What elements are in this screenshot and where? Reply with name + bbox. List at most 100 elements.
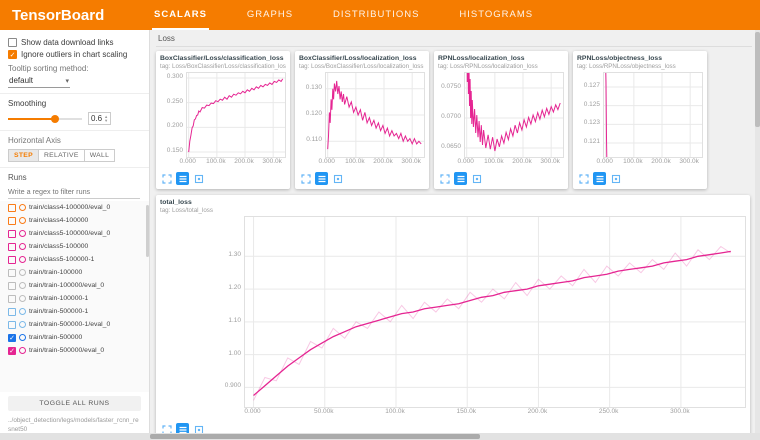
tensorboard-app: TensorBoard SCALARS GRAPHS DISTRIBUTIONS… bbox=[0, 0, 760, 440]
run-label: train/train-500000/eval_0 bbox=[29, 347, 104, 354]
run-list: train/class4-100000/eval_0 train/class4-… bbox=[0, 201, 149, 392]
axis-toggle-group: STEP RELATIVE WALL bbox=[8, 149, 141, 162]
axis-option-wall[interactable]: WALL bbox=[84, 149, 115, 162]
axis-option-relative[interactable]: RELATIVE bbox=[38, 149, 84, 162]
run-menu-icon[interactable] bbox=[315, 172, 328, 185]
show-download-links-checkbox[interactable] bbox=[8, 38, 17, 47]
axis-option-step[interactable]: STEP bbox=[8, 149, 38, 162]
fit-domain-icon[interactable] bbox=[609, 172, 622, 185]
run-label: train/class5-100000-1 bbox=[29, 256, 94, 263]
run-row[interactable]: train/train-100000-1 bbox=[0, 292, 149, 305]
x-axis-tick-label: 200.0k bbox=[507, 158, 537, 165]
run-list-scrollbar[interactable] bbox=[146, 205, 149, 257]
run-checkbox[interactable] bbox=[8, 321, 16, 329]
vertical-scrollbar[interactable] bbox=[755, 30, 760, 440]
run-checkbox[interactable] bbox=[8, 295, 16, 303]
plot-canvas[interactable] bbox=[186, 72, 286, 158]
chart-plot-area: 0.9001.001.101.201.300.00050.00k100.0k15… bbox=[160, 216, 746, 420]
y-axis-tick-label: 0.250 bbox=[160, 98, 183, 105]
run-row[interactable]: train/train-500000-1/eval_0 bbox=[0, 318, 149, 331]
ignore-outliers-checkbox[interactable]: ✓ bbox=[8, 50, 17, 59]
chart-tag: tag: Loss/total_loss bbox=[160, 207, 746, 214]
fit-domain-icon[interactable] bbox=[331, 172, 344, 185]
chart-svg bbox=[187, 73, 285, 157]
chart-card-classification-loss: BoxClassifier/Loss/classification_loss t… bbox=[156, 51, 290, 189]
y-axis-tick-label: 0.125 bbox=[577, 101, 600, 108]
smoothing-value-input[interactable]: 0.6 ▲▼ bbox=[88, 112, 111, 125]
tooltip-sorting-select[interactable]: default ▾ bbox=[8, 75, 70, 88]
x-axis-tick-label: 100.0k bbox=[201, 158, 231, 165]
expand-chart-icon[interactable] bbox=[438, 172, 451, 185]
fit-domain-icon[interactable] bbox=[470, 172, 483, 185]
expand-chart-icon[interactable] bbox=[577, 172, 590, 185]
y-axis-tick-label: 0.123 bbox=[577, 119, 600, 126]
run-checkbox[interactable] bbox=[8, 243, 16, 251]
y-axis-tick-label: 0.300 bbox=[160, 73, 183, 80]
category-header-loss[interactable]: Loss bbox=[156, 32, 752, 47]
plot-canvas[interactable] bbox=[244, 216, 746, 408]
x-axis-tick-label: 200.0k bbox=[368, 158, 398, 165]
run-row[interactable]: train/class5-100000 bbox=[0, 240, 149, 253]
horizontal-scrollbar[interactable] bbox=[0, 433, 760, 440]
slider-fill bbox=[8, 118, 52, 120]
app-logo: TensorBoard bbox=[0, 7, 152, 24]
expand-chart-icon[interactable] bbox=[160, 172, 173, 185]
run-row[interactable]: train/class4-100000/eval_0 bbox=[0, 201, 149, 214]
x-axis-tick-label: 300.0k bbox=[674, 158, 704, 165]
chart-toolbar bbox=[160, 172, 286, 185]
plot-canvas[interactable] bbox=[325, 72, 425, 158]
run-checkbox[interactable] bbox=[8, 308, 16, 316]
x-axis-tick-label: 200.0k bbox=[229, 158, 259, 165]
expand-chart-icon[interactable] bbox=[299, 172, 312, 185]
run-row[interactable]: train/class5-100000/eval_0 bbox=[0, 227, 149, 240]
run-row[interactable]: train/class4-100000 bbox=[0, 214, 149, 227]
x-axis-tick-label: 100.0k bbox=[479, 158, 509, 165]
x-axis-tick-label: 300.0k bbox=[396, 158, 426, 165]
horizontal-scrollbar-thumb[interactable] bbox=[150, 434, 480, 439]
run-color-icon bbox=[19, 334, 26, 341]
run-row[interactable]: train/train-100000/eval_0 bbox=[0, 279, 149, 292]
run-filter-input[interactable] bbox=[8, 185, 140, 199]
run-menu-icon[interactable] bbox=[454, 172, 467, 185]
show-download-links-option[interactable]: Show data download links bbox=[8, 38, 141, 47]
runs-section: Runs train/class4-100000/eval_0 train/cl… bbox=[0, 168, 149, 440]
slider-knob[interactable] bbox=[51, 115, 59, 123]
run-checkbox[interactable] bbox=[8, 256, 16, 264]
toggle-all-runs-button[interactable]: TOGGLE ALL RUNS bbox=[8, 396, 141, 411]
fit-domain-icon[interactable] bbox=[192, 172, 205, 185]
run-checkbox[interactable]: ✓ bbox=[8, 347, 16, 355]
x-axis-tick-label: 200.0k bbox=[646, 158, 676, 165]
smoothing-value: 0.6 bbox=[91, 114, 102, 123]
tab-histograms[interactable]: HISTOGRAMS bbox=[457, 0, 535, 30]
run-checkbox[interactable]: ✓ bbox=[8, 334, 16, 342]
plot-canvas[interactable] bbox=[603, 72, 703, 158]
settings-sidebar: Show data download links ✓ Ignore outlie… bbox=[0, 30, 150, 440]
run-checkbox[interactable] bbox=[8, 269, 16, 277]
chart-card-total-loss: total_loss tag: Loss/total_loss 0.9001.0… bbox=[156, 195, 750, 440]
tab-graphs[interactable]: GRAPHS bbox=[245, 0, 295, 30]
stepper-arrows-icon[interactable]: ▲▼ bbox=[104, 115, 108, 123]
show-download-links-label: Show data download links bbox=[21, 38, 114, 47]
run-checkbox[interactable] bbox=[8, 230, 16, 238]
smoothing-label: Smoothing bbox=[8, 99, 46, 108]
run-menu-icon[interactable] bbox=[176, 172, 189, 185]
chart-title: RPNLoss/localization_loss bbox=[438, 55, 564, 62]
tab-scalars[interactable]: SCALARS bbox=[152, 0, 209, 30]
chart-toolbar bbox=[438, 172, 564, 185]
run-row[interactable]: ✓train/train-500000 bbox=[0, 331, 149, 344]
smoothing-slider[interactable] bbox=[8, 118, 82, 120]
run-checkbox[interactable] bbox=[8, 204, 16, 212]
run-row[interactable]: train/class5-100000-1 bbox=[0, 253, 149, 266]
ignore-outliers-option[interactable]: ✓ Ignore outliers in chart scaling bbox=[8, 50, 141, 59]
run-checkbox[interactable] bbox=[8, 282, 16, 290]
plot-canvas[interactable] bbox=[464, 72, 564, 158]
tab-distributions[interactable]: DISTRIBUTIONS bbox=[331, 0, 421, 30]
x-axis-tick-label: 0.000 bbox=[173, 158, 203, 165]
y-axis-tick-label: 0.0700 bbox=[438, 113, 461, 120]
run-row[interactable]: train/train-500000-1 bbox=[0, 305, 149, 318]
run-row[interactable]: ✓ train/train-500000/eval_0 bbox=[0, 344, 149, 357]
run-checkbox[interactable] bbox=[8, 217, 16, 225]
vertical-scrollbar-thumb[interactable] bbox=[755, 32, 760, 127]
run-menu-icon[interactable] bbox=[593, 172, 606, 185]
run-row[interactable]: train/train-100000 bbox=[0, 266, 149, 279]
